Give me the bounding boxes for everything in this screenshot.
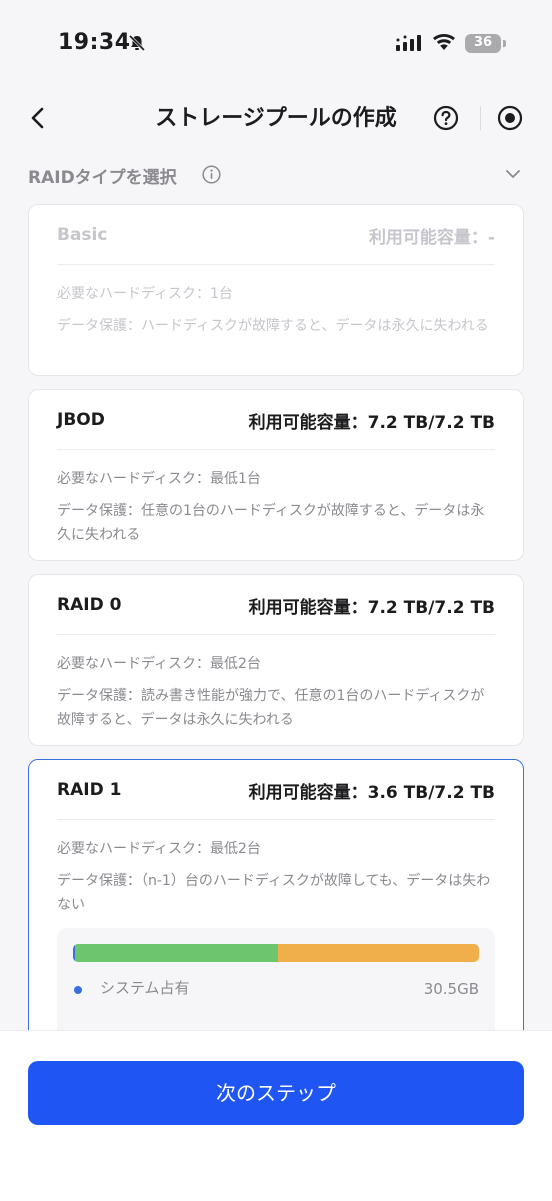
nav-divider — [480, 106, 481, 130]
chevron-down-icon[interactable] — [505, 168, 521, 180]
section-title: RAIDタイプを選択 — [28, 168, 177, 188]
target-icon[interactable] — [497, 105, 523, 131]
legend-label-system: システム占有 — [100, 979, 190, 997]
card-divider — [57, 819, 495, 820]
next-step-button[interactable]: 次のステップ — [28, 1061, 524, 1125]
required-disks-text: 必要なハードディスク：最低2台 — [57, 656, 261, 672]
raid-option-raid0[interactable]: RAID 0 利用可能容量：7.2 TB/7.2 TB 必要なハードディスク：最… — [28, 574, 524, 746]
raid-name: JBOD — [57, 410, 105, 430]
usage-segment-orange — [277, 944, 479, 962]
capacity-label: 利用可能容量：- — [368, 228, 495, 248]
page-title: ストレージプールの作成 — [155, 106, 397, 131]
required-disks-text: 必要なハードディスク：1台 — [57, 286, 233, 302]
raid-name: RAID 0 — [57, 595, 122, 615]
wifi-icon — [433, 33, 455, 50]
usage-segment-green — [74, 944, 278, 962]
info-icon[interactable] — [202, 165, 221, 184]
data-protection-text: データ保護：ハードディスクが故障すると、データは永久に失われる — [57, 318, 489, 334]
bell-muted-icon — [128, 34, 146, 52]
required-disks-text: 必要なハードディスク：最低1台 — [57, 471, 261, 487]
capacity-label: 利用可能容量：7.2 TB/7.2 TB — [248, 598, 495, 618]
capacity-label: 利用可能容量：7.2 TB/7.2 TB — [248, 413, 495, 433]
raid-name: RAID 1 — [57, 780, 122, 800]
status-time: 19:34 — [58, 30, 131, 55]
data-protection-text: データ保護：読み書き性能が強力で、任意の1台のハードディスクが故障すると、データ… — [57, 688, 485, 728]
card-divider — [57, 449, 495, 450]
legend-value-system: 30.5GB — [423, 980, 479, 998]
bottom-bar: 次のステップ — [0, 1030, 552, 1201]
raid-name: Basic — [57, 225, 108, 245]
nav-bar: ストレージプールの作成 — [0, 88, 552, 148]
card-divider — [57, 264, 495, 265]
battery-icon: 36 — [465, 34, 501, 53]
legend-dot-system — [74, 986, 82, 994]
data-protection-text: データ保護：任意の1台のハードディスクが故障すると、データは永久に失われる — [57, 503, 485, 543]
capacity-label: 利用可能容量：3.6 TB/7.2 TB — [248, 783, 495, 803]
card-divider — [57, 634, 495, 635]
usage-bar — [73, 944, 479, 962]
data-protection-text: データ保護：（n-1）台のハードディスクが故障しても、データは失わない — [57, 873, 491, 913]
required-disks-text: 必要なハードディスク：最低2台 — [57, 841, 261, 857]
battery-nub — [503, 40, 506, 47]
raid-option-jbod[interactable]: JBOD 利用可能容量：7.2 TB/7.2 TB 必要なハードディスク：最低1… — [28, 389, 524, 561]
raid-option-basic[interactable]: Basic 利用可能容量：- 必要なハードディスク：1台 データ保護：ハードディ… — [28, 204, 524, 376]
signal-icon — [396, 35, 421, 51]
status-bar: 19:34 36 — [0, 0, 552, 80]
help-icon[interactable] — [433, 105, 459, 131]
battery-level: 36 — [473, 35, 493, 50]
